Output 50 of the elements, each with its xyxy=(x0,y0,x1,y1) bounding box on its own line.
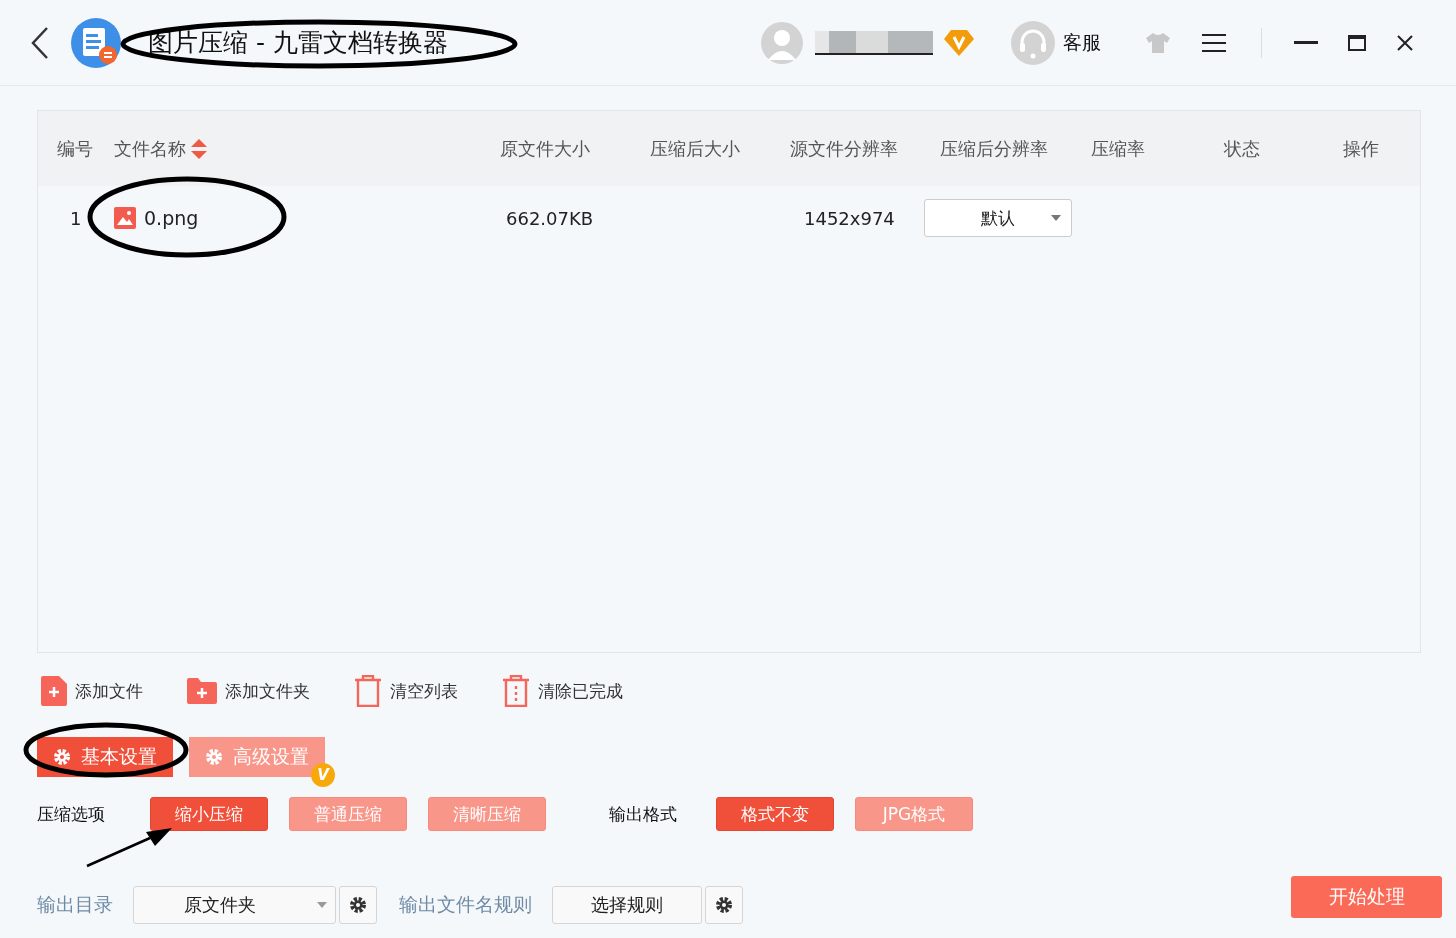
vip-icon xyxy=(943,27,975,58)
column-header: 编号 xyxy=(57,136,93,161)
toolbar-button[interactable]: 清除已完成 xyxy=(538,679,623,703)
image-file-icon xyxy=(114,207,136,229)
gear-icon xyxy=(205,748,223,766)
row-number: 1 xyxy=(70,207,82,229)
output-dir-label: 输出目录 xyxy=(37,892,113,917)
add-folder-icon[interactable] xyxy=(187,678,217,704)
option-label: 输出格式 xyxy=(609,802,678,826)
resolution-dropdown[interactable]: 默认 xyxy=(924,199,1072,237)
format-option[interactable]: 格式不变 xyxy=(716,797,834,831)
settings-button[interactable] xyxy=(339,886,377,924)
back-icon[interactable] xyxy=(30,25,50,60)
sort-icon[interactable] xyxy=(190,137,208,160)
column-header: 压缩后大小 xyxy=(650,136,740,161)
column-header: 压缩率 xyxy=(1091,136,1145,161)
close-icon[interactable] xyxy=(1396,33,1414,52)
add-file-icon[interactable] xyxy=(41,676,67,706)
compression-option[interactable]: 缩小压缩 xyxy=(150,797,268,831)
vip-badge: V xyxy=(311,763,335,787)
maximize-icon[interactable] xyxy=(1348,34,1366,51)
choose-rule-button[interactable]: 选择规则 xyxy=(552,886,702,924)
file-name-rule-label: 输出文件名规则 xyxy=(399,892,532,917)
app-logo-icon xyxy=(70,16,122,69)
column-header: 状态 xyxy=(1224,136,1260,161)
menu-icon[interactable] xyxy=(1201,32,1227,53)
gear-icon xyxy=(53,748,71,766)
output-dir-dropdown[interactable]: 原文件夹 xyxy=(133,886,336,924)
table-cell-text: 1452x974 xyxy=(803,207,895,229)
column-header[interactable]: 文件名称 xyxy=(114,136,186,161)
table-cell-text: 662.07KB xyxy=(505,207,594,229)
toolbar-button[interactable]: 清空列表 xyxy=(390,679,458,703)
trash-icon[interactable] xyxy=(354,675,382,707)
customer-service-link[interactable]: 客服 xyxy=(1063,29,1101,56)
settings-button[interactable] xyxy=(705,886,743,924)
caret-icon xyxy=(1051,215,1061,221)
minimize-icon[interactable] xyxy=(1294,40,1318,45)
column-header: 原文件大小 xyxy=(500,136,590,161)
shirt-icon[interactable] xyxy=(1145,31,1171,54)
toolbar-button[interactable]: 添加文件 xyxy=(75,679,143,703)
toolbar-button[interactable]: 添加文件夹 xyxy=(225,679,310,703)
caret-icon xyxy=(317,902,327,908)
trash-icon[interactable] xyxy=(502,675,530,707)
column-header: 压缩后分辨率 xyxy=(940,136,1048,161)
file-name: 0.png xyxy=(144,207,199,229)
gear-icon xyxy=(349,896,367,914)
option-label: 压缩选项 xyxy=(37,802,106,826)
column-header: 操作 xyxy=(1343,136,1379,161)
column-header: 源文件分辨率 xyxy=(790,136,898,161)
gear-icon xyxy=(715,896,733,914)
